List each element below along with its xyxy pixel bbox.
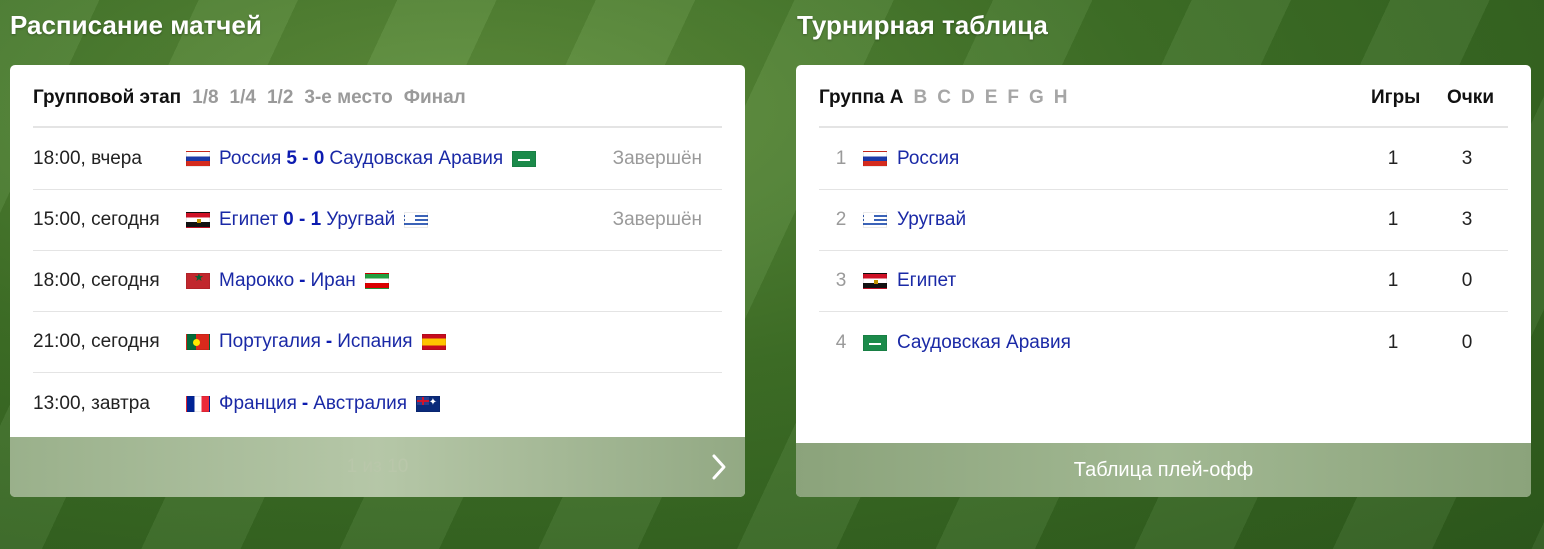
stage-tabs: Групповой этап 1/8 1/4 1/2 3-е место Фин… (33, 87, 466, 109)
match-row[interactable]: 18:00, вчера Россия 5 - 0 Саудовская Ара… (33, 129, 722, 190)
uruguay-flag-icon (404, 212, 429, 228)
table-row[interactable]: 2 Уругвай 1 3 (819, 190, 1508, 251)
saudi-arabia-flag-icon (512, 151, 537, 167)
table-row[interactable]: 1 Россия 1 3 (819, 129, 1508, 190)
tab-round-of-16[interactable]: 1/8 (192, 87, 218, 109)
match-score: - (325, 331, 333, 352)
schedule-pager: 1 из 10 (10, 437, 745, 497)
match-time: 18:00, сегодня (33, 270, 160, 291)
team-points: 3 (1461, 148, 1473, 169)
tab-group-a[interactable]: Группа А (819, 87, 904, 109)
standings-card: Группа А B C D E F G H Игры Очки 1 Росси… (796, 65, 1531, 497)
schedule-card: Групповой этап 1/8 1/4 1/2 3-е место Фин… (10, 65, 745, 497)
match-score: 5 - 0 (286, 148, 325, 169)
team-position: 4 (835, 331, 847, 353)
match-teams: Португалия - Испания (186, 331, 702, 353)
home-team-link[interactable]: Марокко (219, 270, 294, 292)
match-teams: Египет 0 - 1 Уругвай (186, 209, 613, 231)
column-header-games: Игры (1371, 87, 1421, 108)
divider (33, 126, 722, 128)
iran-flag-icon (364, 273, 389, 289)
tab-group-f[interactable]: F (1007, 87, 1019, 109)
match-time: 13:00, завтра (33, 392, 150, 414)
russia-flag-icon (863, 151, 887, 167)
away-team-link[interactable]: Уругвай (326, 209, 395, 231)
tab-group-b[interactable]: B (914, 87, 928, 109)
saudi-arabia-flag-icon (863, 334, 887, 351)
home-team-link[interactable]: Португалия (219, 331, 321, 353)
playoff-footer: Таблица плей-офф (796, 443, 1531, 497)
france-flag-icon (186, 395, 210, 412)
playoff-table-link[interactable]: Таблица плей-офф (1074, 459, 1253, 482)
match-row[interactable]: 21:00, сегодня Португалия - Испания (33, 312, 722, 373)
match-status: Завершён (612, 209, 702, 230)
team-link[interactable]: Египет (897, 270, 956, 292)
australia-flag-icon (416, 395, 441, 412)
group-tabs: Группа А B C D E F G H (819, 87, 1068, 109)
match-row[interactable]: 18:00, сегодня Марокко - Иран (33, 251, 722, 312)
home-team-link[interactable]: Франция (219, 393, 297, 415)
team-position: 1 (835, 148, 847, 169)
uruguay-flag-icon (863, 212, 887, 228)
morocco-flag-icon (186, 273, 210, 289)
team-points: 0 (1461, 270, 1473, 291)
divider (819, 126, 1508, 128)
match-score: - (299, 270, 306, 291)
match-teams: Франция - Австралия (186, 393, 702, 415)
tab-group-e[interactable]: E (985, 87, 998, 109)
team-points: 3 (1461, 209, 1473, 230)
egypt-flag-icon (186, 212, 210, 228)
team-position: 3 (835, 270, 847, 291)
match-score: 0 - 1 (283, 209, 322, 230)
team-position: 2 (835, 209, 847, 230)
tab-final[interactable]: Финал (404, 87, 466, 109)
chevron-right-icon[interactable] (711, 453, 727, 486)
russia-flag-icon (186, 151, 210, 167)
home-team-link[interactable]: Россия (219, 148, 281, 170)
away-team-link[interactable]: Австралия (313, 393, 407, 415)
tab-group-stage[interactable]: Групповой этап (33, 87, 181, 109)
match-score: - (301, 392, 309, 414)
tab-third-place[interactable]: 3-е место (304, 87, 392, 109)
games-played: 1 (1387, 331, 1399, 353)
match-row[interactable]: 13:00, завтра Франция - Австралия (33, 373, 722, 434)
schedule-title: Расписание матчей (10, 10, 262, 40)
team-points: 0 (1461, 331, 1473, 353)
column-header-points: Очки (1447, 87, 1494, 108)
match-row[interactable]: 15:00, сегодня Египет 0 - 1 Уругвай Заве… (33, 190, 722, 251)
tab-group-h[interactable]: H (1054, 87, 1068, 109)
team-link[interactable]: Россия (897, 148, 959, 170)
games-played: 1 (1387, 209, 1399, 230)
table-row[interactable]: 3 Египет 1 0 (819, 251, 1508, 312)
home-team-link[interactable]: Египет (219, 209, 278, 231)
standings-title: Турнирная таблица (797, 10, 1048, 40)
portugal-flag-icon (186, 334, 210, 350)
team-link[interactable]: Уругвай (897, 209, 966, 231)
table-row[interactable]: 4 Саудовская Аравия 1 0 (819, 312, 1508, 373)
tab-group-g[interactable]: G (1029, 87, 1044, 109)
match-teams: Россия 5 - 0 Саудовская Аравия (186, 148, 613, 170)
spain-flag-icon (421, 334, 446, 350)
tab-quarterfinal[interactable]: 1/4 (230, 87, 256, 109)
away-team-link[interactable]: Испания (337, 331, 412, 353)
team-link[interactable]: Саудовская Аравия (897, 332, 1071, 354)
games-played: 1 (1387, 270, 1399, 291)
match-time: 21:00, сегодня (33, 331, 160, 352)
tab-group-c[interactable]: C (937, 87, 951, 109)
tab-semifinal[interactable]: 1/2 (267, 87, 293, 109)
away-team-link[interactable]: Саудовская Аравия (329, 148, 503, 170)
games-played: 1 (1387, 148, 1399, 169)
tab-group-d[interactable]: D (961, 87, 975, 109)
away-team-link[interactable]: Иран (310, 270, 355, 292)
match-time: 15:00, сегодня (33, 209, 160, 230)
match-status: Завершён (612, 148, 702, 169)
match-teams: Марокко - Иран (186, 270, 702, 292)
egypt-flag-icon (863, 273, 887, 289)
page-indicator: 1 из 10 (346, 456, 409, 477)
match-time: 18:00, вчера (33, 148, 142, 169)
